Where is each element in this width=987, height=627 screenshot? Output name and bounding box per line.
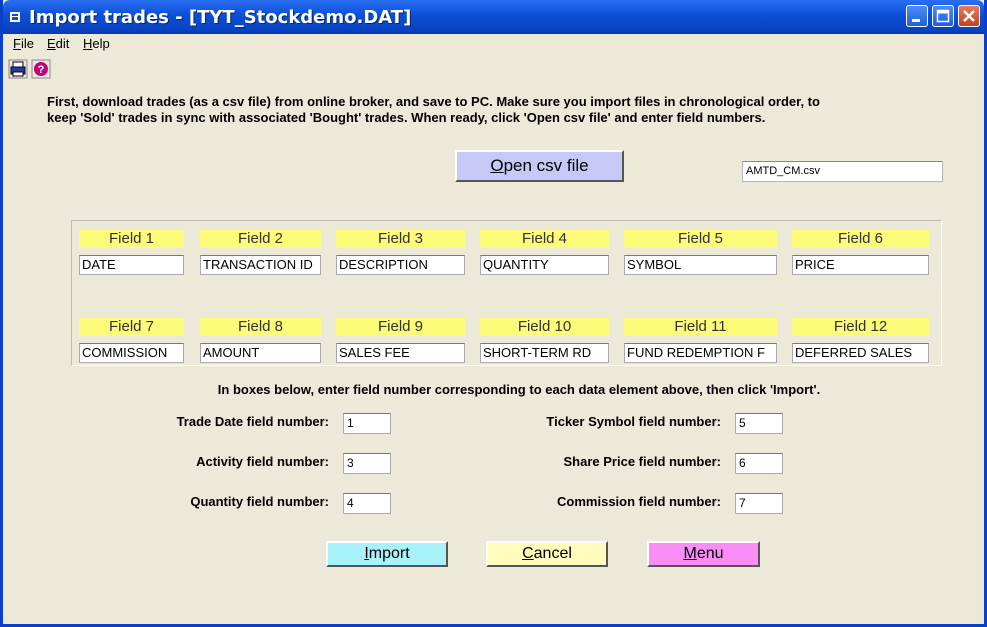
field-7-value: COMMISSION [79,343,184,363]
menu-edit[interactable]: Edit [47,36,69,51]
field-1-value: DATE [79,255,184,275]
field-11-value: FUND REDEMPTION F [624,343,777,363]
field-4-value: QUANTITY [480,255,609,275]
import-label-rest: mport [368,545,410,562]
field-6-value: PRICE [792,255,929,275]
field-12-value: DEFERRED SALES [792,343,929,363]
commission-label: Commission field number: [557,494,721,509]
menu-button[interactable]: Menu [647,541,760,567]
print-button[interactable] [8,59,28,79]
field-11-label: Field 11 [624,318,777,336]
trade-date-field-number[interactable]: 1 [343,413,391,434]
open-csv-mnemonic: O [490,156,504,175]
field-4-label: Field 4 [480,230,609,248]
field-5-label: Field 5 [624,230,777,248]
menu-help-rest: elp [92,36,110,51]
print-icon [8,59,28,79]
open-csv-button[interactable]: Open csv file [455,150,624,182]
menu-edit-rest: dit [55,36,70,51]
field-8-value: AMOUNT [200,343,321,363]
minimize-icon [912,19,920,22]
commission-field-number[interactable]: 7 [735,493,783,514]
quantity-field-number[interactable]: 4 [343,493,391,514]
import-button[interactable]: Import [326,541,448,567]
cancel-button[interactable]: Cancel [486,541,608,567]
instructions-text: First, download trades (as a csv file) f… [47,94,947,126]
field-3-value: DESCRIPTION [336,255,465,275]
field-10-label: Field 10 [480,318,609,336]
minimize-button[interactable] [906,5,928,27]
field-2-label: Field 2 [200,230,321,248]
field-9-label: Field 9 [336,318,465,336]
field-9-value: SALES FEE [336,343,465,363]
mapping-hint: In boxes below, enter field number corre… [217,382,821,397]
field-3-label: Field 3 [336,230,465,248]
field-8-label: Field 8 [200,318,321,336]
share-price-label: Share Price field number: [563,454,722,469]
ticker-symbol-label: Ticker Symbol field number: [546,414,721,429]
instructions-line-1: First, download trades (as a csv file) f… [47,94,820,109]
maximize-icon [936,9,950,23]
close-icon [963,10,975,22]
help-icon: ? [31,59,51,79]
maximize-button[interactable] [932,5,954,27]
field-10-value: SHORT-TERM RD [480,343,609,363]
activity-label: Activity field number: [196,454,329,469]
field-6-label: Field 6 [792,230,929,248]
menu-file[interactable]: File [13,36,34,51]
svg-text:?: ? [38,64,45,76]
open-csv-label-rest: pen csv file [503,156,589,175]
menu-label-rest: enu [696,545,724,562]
instructions-line-2: keep 'Sold' trades in sync with associat… [47,110,766,125]
cancel-label-rest: ancel [533,545,572,562]
close-button[interactable] [958,5,980,27]
field-7-label: Field 7 [79,318,184,336]
quantity-label: Quantity field number: [190,494,329,509]
menu-file-rest: ile [20,36,34,51]
share-price-field-number[interactable]: 6 [735,453,783,474]
field-5-value: SYMBOL [624,255,777,275]
trade-date-label: Trade Date field number: [176,414,329,429]
app-icon [10,12,20,22]
import-trades-window: Import trades - [TYT_Stockdemo.DAT] File… [0,0,987,627]
title-bar[interactable]: Import trades - [TYT_Stockdemo.DAT] [3,0,984,34]
csv-fields-panel: Field 1 DATE Field 2 TRANSACTION ID Fiel… [71,220,942,366]
csv-file-name-field[interactable]: AMTD_CM.csv [742,161,943,182]
menu-help[interactable]: Help [83,36,110,51]
window-title: Import trades - [TYT_Stockdemo.DAT] [29,7,412,28]
activity-field-number[interactable]: 3 [343,453,391,474]
cancel-mnemonic: C [522,545,534,562]
help-toolbar-button[interactable]: ? [31,59,51,79]
field-2-value: TRANSACTION ID [200,255,321,275]
menu-mnemonic: M [683,545,697,562]
ticker-symbol-field-number[interactable]: 5 [735,413,783,434]
field-12-label: Field 12 [792,318,929,336]
field-1-label: Field 1 [79,230,184,248]
